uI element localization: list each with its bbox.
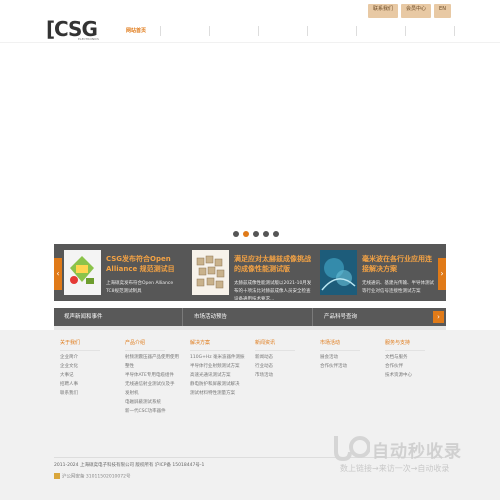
logo[interactable]: [ CSG ELECTRONICS [46,18,102,41]
footer-link[interactable]: 静电防护和屏蔽测试解决 [190,380,252,389]
strip-prev-arrow[interactable]: ‹ [54,258,62,290]
feature-desc: 上海硕奕发布符合Open Alliance TC8规范测试制具 [106,281,174,294]
nav-item-3[interactable] [210,26,259,36]
footer-link[interactable]: 招聘人事 [60,380,122,389]
tab-divider [312,308,313,326]
footer-heading: 服务与支持 [385,339,425,351]
footer-link[interactable]: 合作伙伴 [385,362,447,371]
footer-link[interactable]: 半导体行业射频测试方案 [190,362,252,371]
slider-dot[interactable] [253,231,259,237]
language-link[interactable]: EN [434,4,451,18]
main-nav: 网站首页 [112,26,474,36]
feature-desc: 无线通讯、基建光传输、半导体测试等行业对信号连接性测试方案 [362,281,434,294]
footer-col-events: 市场活动 展会活动 合作伙伴活动 [320,339,382,371]
footer-link[interactable]: 合作伙伴活动 [320,362,382,371]
feature-image-mmwave[interactable] [320,250,357,295]
contact-link[interactable]: 联系我们 [368,4,399,18]
member-center-link[interactable]: 会员中心 [401,4,432,18]
logo-subtext: ELECTRONICS [78,37,99,41]
footer-link[interactable]: 测试材料特性测量方案 [190,389,252,398]
footer-link[interactable]: 无线通信射业测试仪及手 [125,380,187,389]
tab-product-search[interactable]: 产品科号查询 [314,308,424,326]
nav-item-4[interactable] [259,26,308,36]
slider-dot[interactable] [263,231,269,237]
copyright-text: 2011-2024 上海硕奕电子科技有限公司 版权所有 沪ICP备 150184… [54,463,205,468]
footer-link[interactable]: 新一代CSC功率器件 [125,407,187,416]
watermark-text: 自动秒收录 [372,442,462,462]
nav-divider [0,42,500,43]
footer-link[interactable]: 整性 [125,362,187,371]
nav-item-6[interactable] [357,26,406,36]
police-record-text: 沪公网安备 31011502010072号 [62,474,131,480]
footer-link[interactable]: 企业简介 [60,353,122,362]
feature-image-test-fixture[interactable] [64,250,101,295]
footer-link[interactable]: 新闻动态 [255,353,317,362]
watermark-logo-icon [334,436,370,462]
footer-link[interactable]: 企业文化 [60,362,122,371]
tab-news-events[interactable]: 视声新闻和事件 [54,308,180,326]
slider-dot[interactable] [273,231,279,237]
tab-market-events[interactable]: 市场活动预告 [184,308,310,326]
footer-link[interactable]: 电磁屏蔽测试系统 [125,398,187,407]
footer-heading: 解决方案 [190,339,230,351]
footer-link[interactable]: 发射机 [125,389,187,398]
nav-item-5[interactable] [308,26,357,36]
footer-col-solutions: 解决方案 110G+Hz 毫米波器件测振 半导体行业射频测试方案 高速光通讯测试… [190,339,252,398]
slider-dots [233,231,279,237]
footer-heading: 市场活动 [320,339,360,351]
strip-next-arrow[interactable]: › [438,258,446,290]
tab-divider [182,308,183,326]
footer-link[interactable]: 行业动态 [255,362,317,371]
tabs-next-arrow[interactable]: › [433,311,444,323]
feature-title[interactable]: CSG发布符合Open Alliance 规范测试目 [106,254,176,274]
nav-item-2[interactable] [161,26,210,36]
feature-title[interactable]: 满足应对太赫兹成像挑战的成像性能测试版 [234,254,314,274]
footer-link[interactable]: 半导体ATE专用电缆组件 [125,371,187,380]
slider-dot[interactable] [233,231,239,237]
footer-col-about: 关于我们 企业简介 企业文化 大事记 招聘人事 联系我们 [60,339,122,398]
top-links: 联系我们 会员中心 EN [368,4,451,18]
footer-heading: 新闻资讯 [255,339,295,351]
footer-heading: 产品介绍 [125,339,165,351]
feature-title[interactable]: 毫米波在各行业应用连接解决方案 [362,254,436,274]
footer-col-products: 产品介绍 射频测震压器产品使用使用 整性 半导体ATE专用电缆组件 无线通信射业… [125,339,187,416]
footer-link[interactable]: 射频测震压器产品使用使用 [125,353,187,362]
nav-item-7[interactable] [406,26,455,36]
footer-link[interactable]: 技术资源中心 [385,371,447,380]
feature-image-terahertz[interactable] [192,250,229,295]
police-badge-icon [54,473,60,479]
feature-desc: 太赫兹成像性能测试版以2021-10月发布的十项法比对赫兹成像人员安全检查设备通… [234,281,312,300]
footer-link[interactable]: 展会活动 [320,353,382,362]
footer-link[interactable]: 高速光通讯测试方案 [190,371,252,380]
footer-link[interactable]: 文档与服务 [385,353,447,362]
footer-link[interactable]: 市场活动 [255,371,317,380]
footer-link[interactable]: 大事记 [60,371,122,380]
footer-link[interactable]: 110G+Hz 毫米波器件测振 [190,353,252,362]
watermark-subtext: 数上链接→来访一次→自动收录 [340,464,450,473]
footer-col-support: 服务与支持 文档与服务 合作伙伴 技术资源中心 [385,339,447,380]
footer-link[interactable]: 联系我们 [60,389,122,398]
slider-dot-active[interactable] [243,231,249,237]
police-record[interactable]: 沪公网安备 31011502010072号 [54,473,131,481]
footer-heading: 关于我们 [60,339,100,351]
nav-item-home[interactable]: 网站首页 [112,26,161,36]
footer-col-news: 新闻资讯 新闻动态 行业动态 市场活动 [255,339,317,380]
